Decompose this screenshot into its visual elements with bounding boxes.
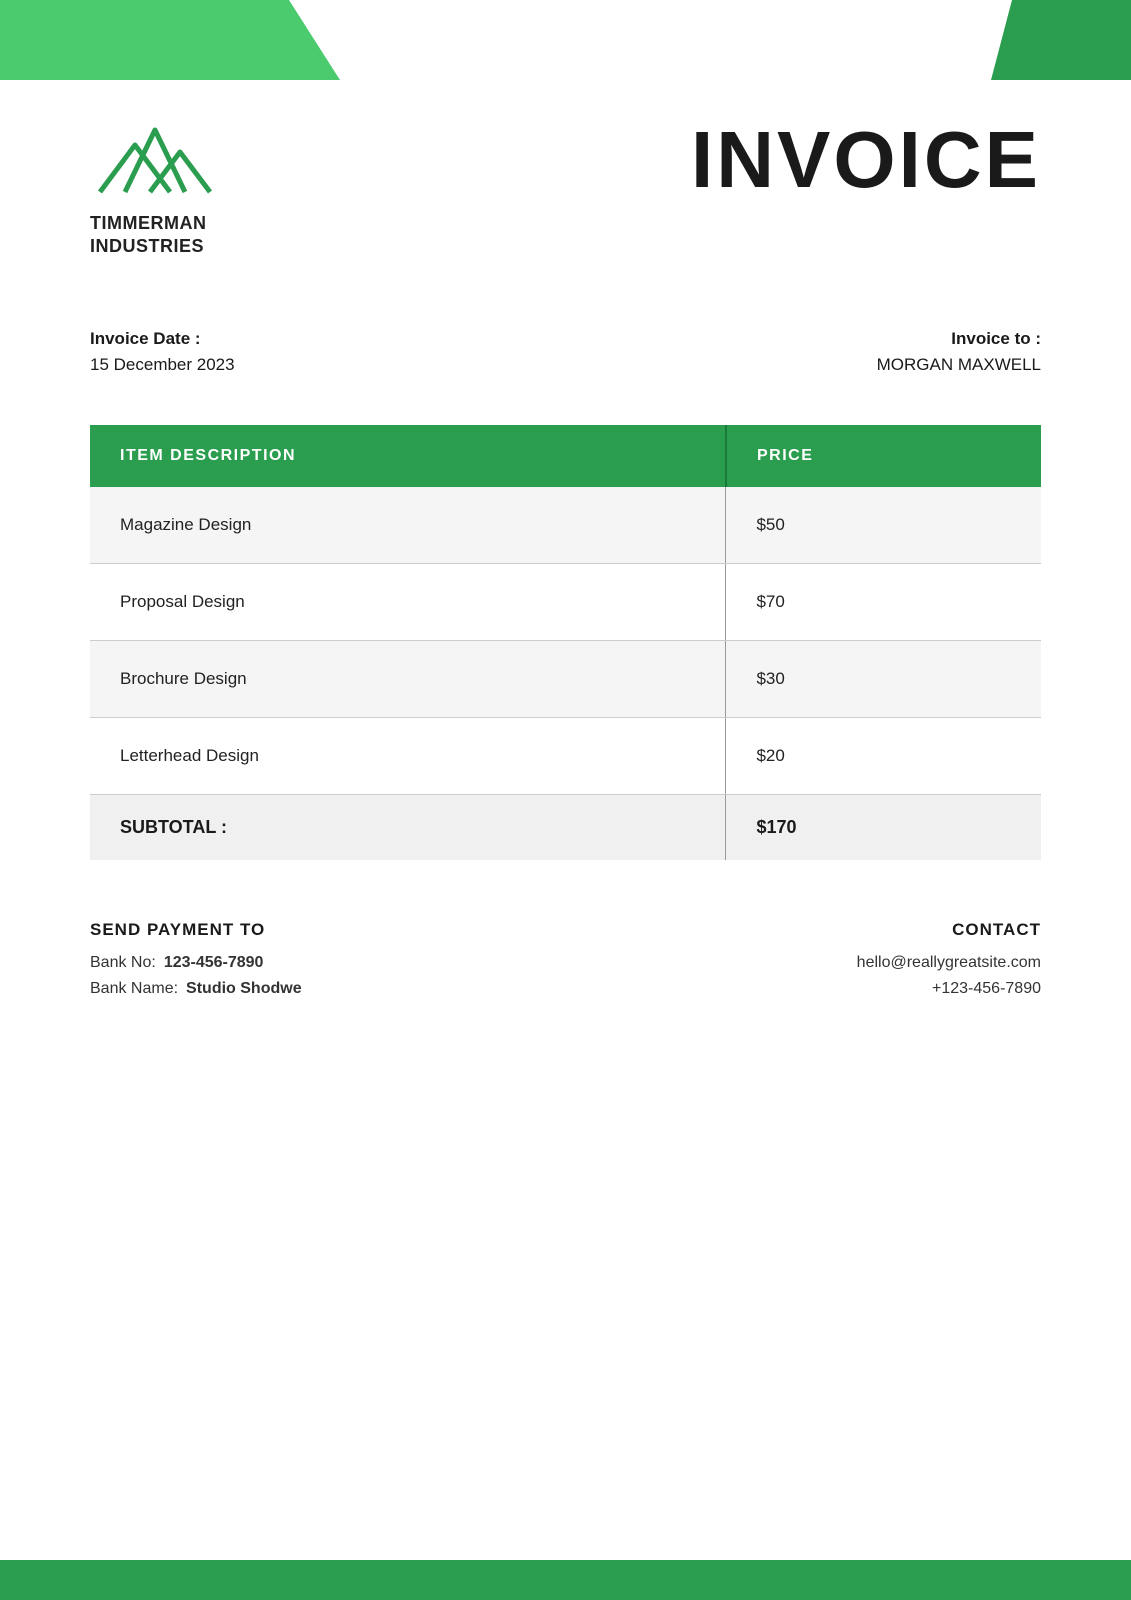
invoice-date-value: 15 December 2023 xyxy=(90,355,235,375)
company-name: TIMMERMAN INDUSTRIES xyxy=(90,212,206,259)
contact-section: CONTACT hello@reallygreatsite.com +123-4… xyxy=(857,920,1041,1006)
row-price-1: $70 xyxy=(726,563,1041,640)
row-description-2: Brochure Design xyxy=(90,640,726,717)
invoice-page: TIMMERMAN INDUSTRIES INVOICE Invoice Dat… xyxy=(0,0,1131,1600)
payment-left: SEND PAYMENT TO Bank No: 123-456-7890 Ba… xyxy=(90,920,302,1006)
invoice-to-label: Invoice to : xyxy=(951,329,1041,349)
subtotal-value: $170 xyxy=(726,794,1041,860)
invoice-title: INVOICE xyxy=(691,120,1041,200)
row-price-2: $30 xyxy=(726,640,1041,717)
contact-phone: +123-456-7890 xyxy=(932,980,1041,998)
bank-no-line: Bank No: 123-456-7890 xyxy=(90,954,302,972)
main-content: TIMMERMAN INDUSTRIES INVOICE Invoice Dat… xyxy=(0,0,1131,1086)
payment-heading: SEND PAYMENT TO xyxy=(90,920,302,940)
row-price-3: $20 xyxy=(726,717,1041,794)
invoice-to-value: MORGAN MAXWELL xyxy=(877,355,1041,375)
table-header-row: ITEM DESCRIPTION PRICE xyxy=(90,425,1041,487)
invoice-date-section: Invoice Date : 15 December 2023 xyxy=(90,329,235,375)
contact-heading: CONTACT xyxy=(952,920,1041,940)
contact-email: hello@reallygreatsite.com xyxy=(857,954,1041,972)
table-row: Letterhead Design$20 xyxy=(90,717,1041,794)
row-description-1: Proposal Design xyxy=(90,563,726,640)
bank-no-value: 123-456-7890 xyxy=(164,954,264,972)
invoice-to-section: Invoice to : MORGAN MAXWELL xyxy=(877,329,1041,375)
bank-name-label: Bank Name: xyxy=(90,980,178,998)
table-row: Proposal Design$70 xyxy=(90,563,1041,640)
invoice-table: ITEM DESCRIPTION PRICE Magazine Design$5… xyxy=(90,425,1041,860)
col-price-header: PRICE xyxy=(726,425,1041,487)
row-price-0: $50 xyxy=(726,487,1041,564)
logo-section: TIMMERMAN INDUSTRIES xyxy=(90,120,220,259)
invoice-date-label: Invoice Date : xyxy=(90,329,235,349)
col-description-header: ITEM DESCRIPTION xyxy=(90,425,726,487)
bank-name-line: Bank Name: Studio Shodwe xyxy=(90,980,302,998)
row-description-3: Letterhead Design xyxy=(90,717,726,794)
table-row: Magazine Design$50 xyxy=(90,487,1041,564)
company-logo-icon xyxy=(90,120,220,200)
subtotal-row: SUBTOTAL :$170 xyxy=(90,794,1041,860)
row-description-0: Magazine Design xyxy=(90,487,726,564)
subtotal-label: SUBTOTAL : xyxy=(90,794,726,860)
payment-section: SEND PAYMENT TO Bank No: 123-456-7890 Ba… xyxy=(90,920,1041,1006)
meta-row: Invoice Date : 15 December 2023 Invoice … xyxy=(90,329,1041,375)
bank-no-label: Bank No: xyxy=(90,954,156,972)
table-row: Brochure Design$30 xyxy=(90,640,1041,717)
header-row: TIMMERMAN INDUSTRIES INVOICE xyxy=(90,120,1041,259)
bottom-bar xyxy=(0,1560,1131,1600)
bank-name-value: Studio Shodwe xyxy=(186,980,302,998)
